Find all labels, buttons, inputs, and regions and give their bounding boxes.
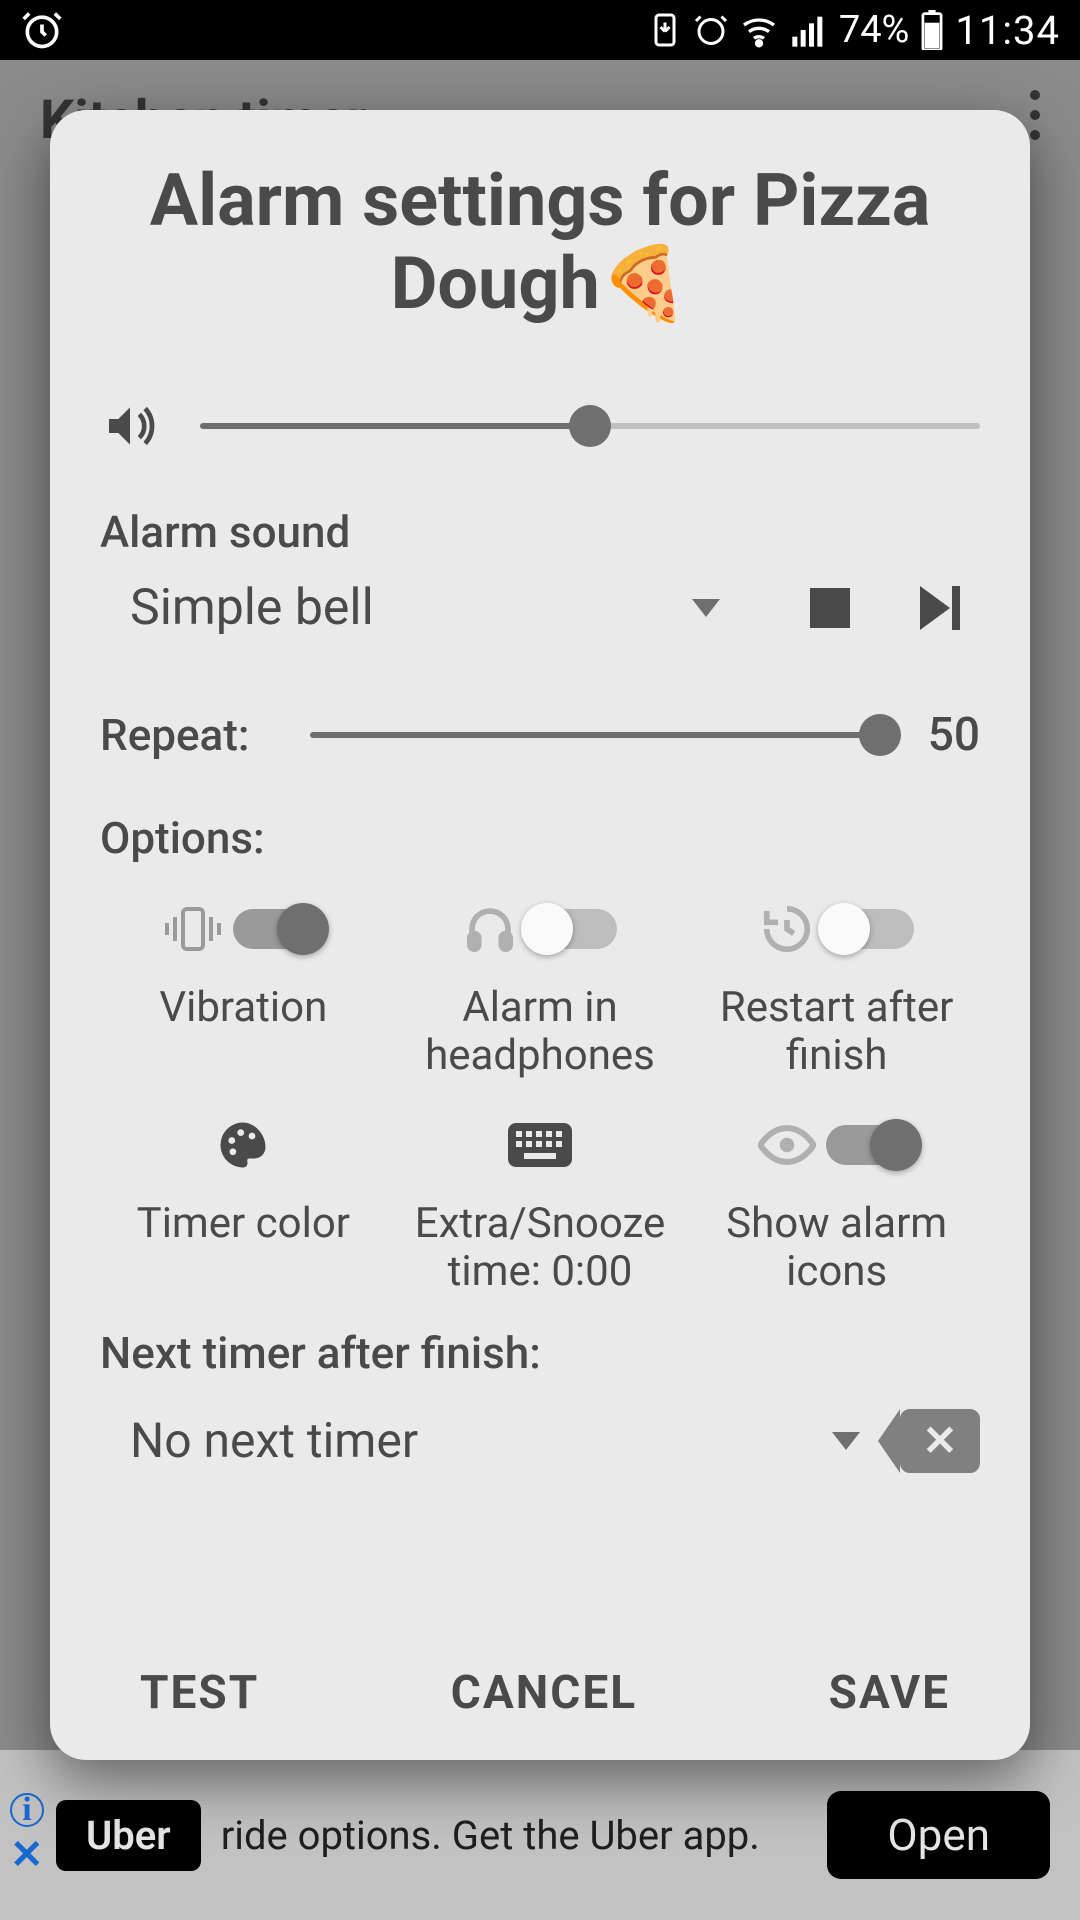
vibration-icon xyxy=(163,905,223,953)
restart-label: Restart after finish xyxy=(693,984,980,1081)
save-button[interactable]: SAVE xyxy=(829,1666,950,1720)
ad-info-icon[interactable]: i xyxy=(10,1793,44,1827)
wifi-icon xyxy=(739,10,779,50)
ad-banner: i ✕ Uber ride options. Get the Uber app.… xyxy=(0,1750,1080,1920)
dialog-title: Alarm settings for Pizza Dough🍕 xyxy=(100,160,980,326)
backspace-icon: ✕ xyxy=(922,1416,957,1466)
palette-icon xyxy=(216,1118,270,1172)
alarm-settings-dialog: Alarm settings for Pizza Dough🍕 Alarm so… xyxy=(50,110,1030,1760)
options-label: Options: xyxy=(100,812,980,864)
eye-icon xyxy=(758,1125,816,1165)
headphones-toggle[interactable] xyxy=(527,909,617,949)
headphones-icon xyxy=(463,902,517,956)
option-timer-color[interactable]: Timer color xyxy=(100,1110,387,1297)
next-timer-dropdown[interactable]: No next timer xyxy=(130,1412,900,1469)
timer-color-label: Timer color xyxy=(137,1200,350,1248)
volume-icon xyxy=(100,396,160,456)
next-timer-value: No next timer xyxy=(130,1412,418,1469)
repeat-value: 50 xyxy=(910,708,980,762)
option-show-icons: Show alarm icons xyxy=(693,1110,980,1297)
option-vibration: Vibration xyxy=(100,894,387,1081)
show-icons-toggle[interactable] xyxy=(826,1125,916,1165)
cancel-button[interactable]: CANCEL xyxy=(451,1666,637,1720)
stop-icon xyxy=(810,588,850,628)
clear-next-timer-button[interactable]: ✕ xyxy=(900,1409,980,1473)
signal-icon xyxy=(789,10,829,50)
status-time: 11:34 xyxy=(955,7,1060,54)
ad-close-icon[interactable]: ✕ xyxy=(10,1831,44,1878)
alarm-sound-label: Alarm sound xyxy=(100,506,980,558)
skip-next-icon xyxy=(920,586,960,630)
ad-brand: Uber xyxy=(56,1800,201,1871)
alarm-icon xyxy=(20,8,64,52)
snooze-label: Extra/Snooze time: 0:00 xyxy=(397,1200,684,1297)
option-headphones: Alarm in headphones xyxy=(397,894,684,1081)
alarm-sound-dropdown[interactable]: Simple bell xyxy=(130,579,760,637)
headphones-label: Alarm in headphones xyxy=(397,984,684,1081)
battery-icon xyxy=(919,10,945,50)
repeat-label: Repeat: xyxy=(100,709,270,761)
keyboard-icon xyxy=(508,1123,572,1167)
chevron-down-icon xyxy=(692,599,720,617)
download-icon xyxy=(647,12,683,48)
ad-text: ride options. Get the Uber app. xyxy=(221,1812,828,1859)
restart-toggle[interactable] xyxy=(824,909,914,949)
option-snooze[interactable]: Extra/Snooze time: 0:00 xyxy=(397,1110,684,1297)
volume-slider[interactable] xyxy=(200,423,980,429)
vibration-label: Vibration xyxy=(159,984,327,1032)
stop-sound-button[interactable] xyxy=(790,568,870,648)
vibration-toggle[interactable] xyxy=(233,909,323,949)
restart-icon xyxy=(760,902,814,956)
alarm-status-icon xyxy=(693,12,729,48)
ad-open-button[interactable]: Open xyxy=(827,1791,1050,1879)
status-bar: 74% 11:34 xyxy=(0,0,1080,60)
option-restart: Restart after finish xyxy=(693,894,980,1081)
chevron-down-icon xyxy=(832,1432,860,1450)
volume-row xyxy=(100,396,980,456)
overflow-menu-icon xyxy=(1030,90,1040,140)
next-sound-button[interactable] xyxy=(900,568,980,648)
next-timer-label: Next timer after finish: xyxy=(100,1327,980,1379)
test-button[interactable]: TEST xyxy=(140,1666,259,1720)
show-icons-label: Show alarm icons xyxy=(693,1200,980,1297)
alarm-sound-value: Simple bell xyxy=(130,579,374,637)
repeat-slider[interactable] xyxy=(310,732,880,738)
battery-percentage: 74% xyxy=(839,8,910,52)
